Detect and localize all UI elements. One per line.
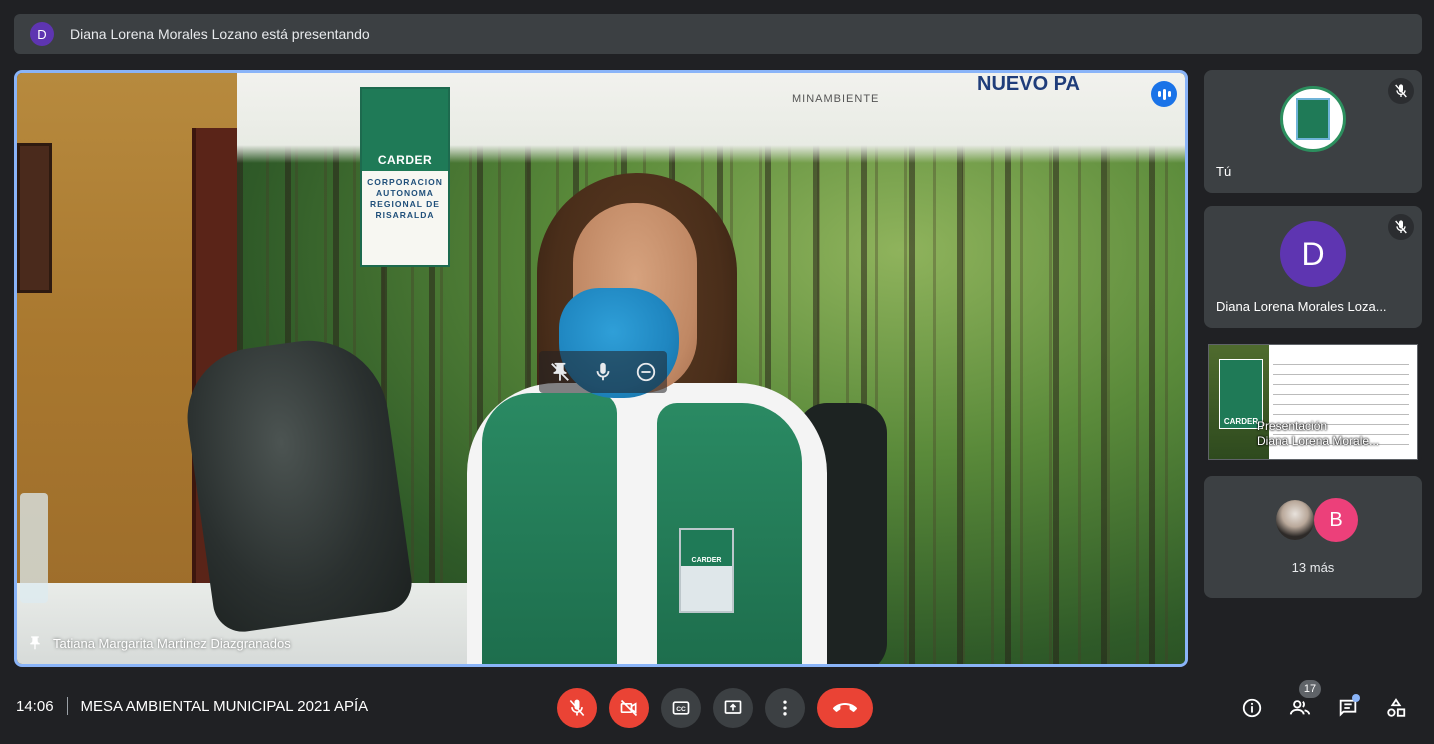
meeting-title: MESA AMBIENTAL MUNICIPAL 2021 APÍA xyxy=(80,697,369,715)
leave-call-button[interactable] xyxy=(817,688,873,728)
presenter-avatar: D xyxy=(30,22,54,46)
muted-mic-icon xyxy=(1388,78,1414,104)
meeting-details-button[interactable] xyxy=(1238,694,1266,722)
hang-up-icon xyxy=(833,703,857,712)
camera-off-icon xyxy=(620,699,638,717)
participants-count-badge: 17 xyxy=(1299,680,1321,698)
closed-captions-icon: CC xyxy=(672,701,690,715)
present-screen-icon xyxy=(724,700,742,714)
avatar-stack: B xyxy=(1274,498,1358,542)
self-logo-avatar xyxy=(1280,86,1346,152)
captions-button[interactable]: CC xyxy=(661,688,701,728)
camera-toggle-button[interactable] xyxy=(609,688,649,728)
campaign-text: NUEVO PA xyxy=(977,73,1080,95)
participant-name: Tatiana Margarita Martinez Diazgranados xyxy=(53,635,291,651)
participant-name-tag: Tatiana Margarita Martinez Diazgranados xyxy=(27,634,291,652)
participant-avatar: D xyxy=(1280,221,1346,287)
activities-button[interactable] xyxy=(1382,694,1410,722)
main-video-tile[interactable]: CARDER CORPORACION AUTONOMA REGIONAL DE … xyxy=(14,70,1188,667)
participants-button[interactable] xyxy=(1286,694,1314,722)
carder-backdrop-logo: CARDER CORPORACION AUTONOMA REGIONAL DE … xyxy=(360,87,450,267)
participant-tile-diana[interactable]: D Diana Lorena Morales Loza... xyxy=(1204,206,1422,328)
presenting-banner: D Diana Lorena Morales Lozano está prese… xyxy=(14,14,1422,54)
tile-hover-controls xyxy=(539,351,667,393)
participant-letter-avatar: B xyxy=(1314,498,1358,542)
people-icon xyxy=(1289,700,1311,715)
unpin-icon[interactable] xyxy=(549,361,571,383)
meeting-info: 14:06 MESA AMBIENTAL MUNICIPAL 2021 APÍA xyxy=(16,697,368,715)
others-tile[interactable]: B 13 más xyxy=(1204,476,1422,598)
presentation-caption: Presentación Diana Lorena Morale... xyxy=(1257,419,1380,448)
mic-off-icon xyxy=(569,699,585,717)
presenting-text: Diana Lorena Morales Lozano está present… xyxy=(70,26,370,42)
participant-name: Diana Lorena Morales Loza... xyxy=(1216,299,1387,314)
more-vert-icon xyxy=(783,700,787,716)
activities-shapes-icon xyxy=(1387,698,1406,717)
info-icon xyxy=(1242,698,1262,718)
more-options-button[interactable] xyxy=(765,688,805,728)
bottom-toolbar: 14:06 MESA AMBIENTAL MUNICIPAL 2021 APÍA… xyxy=(0,680,1434,744)
chat-notification-dot xyxy=(1352,694,1360,702)
more-participants-label: 13 más xyxy=(1291,560,1335,575)
vest-badge: CARDER xyxy=(679,528,734,613)
remove-icon[interactable] xyxy=(635,361,657,383)
self-name: Tú xyxy=(1216,164,1232,179)
microphone-icon[interactable] xyxy=(592,361,614,383)
muted-mic-icon xyxy=(1388,214,1414,240)
presentation-thumbnail: CARDER Presentación Diana Lorena Morale.… xyxy=(1208,344,1418,460)
presentation-tile[interactable]: CARDER Presentación Diana Lorena Morale.… xyxy=(1204,340,1422,464)
participant-photo-avatar xyxy=(1274,498,1316,542)
mic-toggle-button[interactable] xyxy=(557,688,597,728)
speaking-indicator-icon xyxy=(1151,81,1177,107)
pin-icon[interactable] xyxy=(27,634,43,652)
ministry-text: MINAMBIENTE xyxy=(792,93,880,105)
svg-text:CC: CC xyxy=(676,706,686,713)
self-tile[interactable]: Tú xyxy=(1204,70,1422,193)
present-screen-button[interactable] xyxy=(713,688,753,728)
clock: 14:06 xyxy=(16,697,54,715)
